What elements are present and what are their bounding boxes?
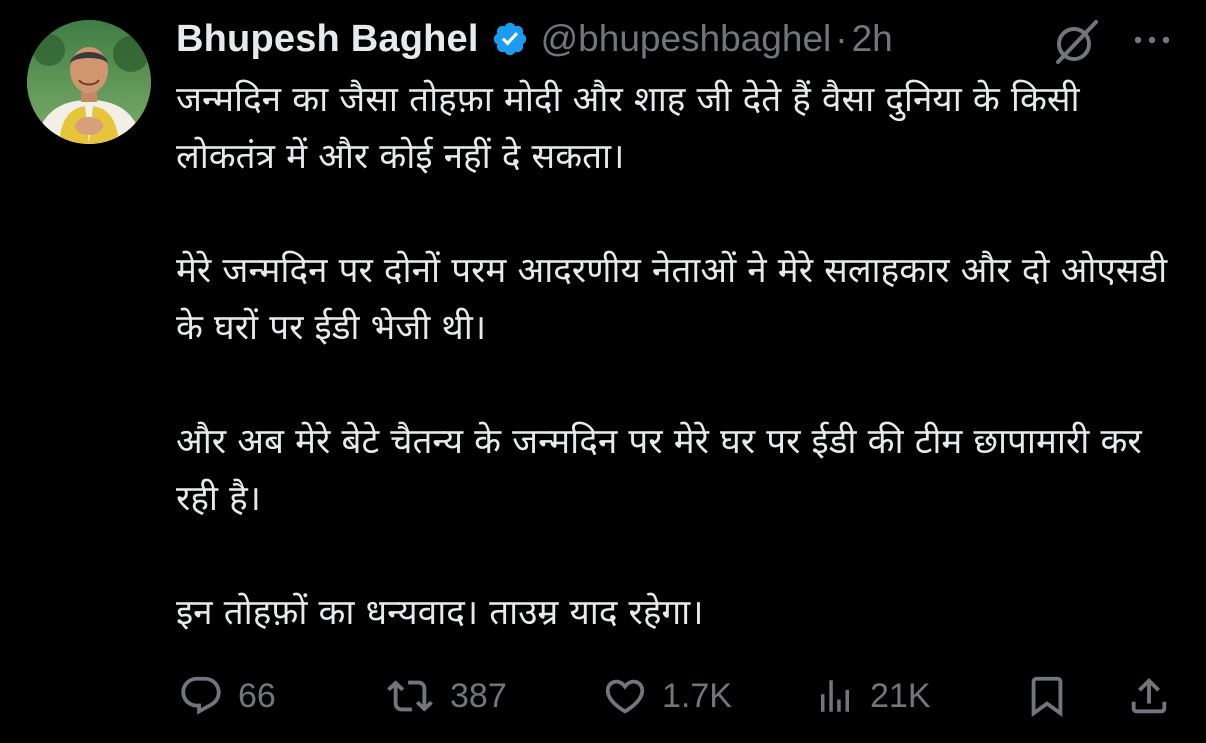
reply-icon	[178, 673, 224, 719]
timestamp[interactable]: 2h	[852, 18, 893, 60]
views-button[interactable]: 21K	[814, 668, 931, 724]
tweet-paragraph: इन तोहफ़ों का धन्यवाद। ताउम्र याद रहेगा।	[176, 593, 704, 633]
tweet-header: Bhupesh Baghel @bhupeshbaghel · 2h	[176, 14, 893, 64]
tweet-text: जन्मदिन का जैसा तोहफ़ा मोदी और शाह जी दे…	[176, 72, 1186, 642]
verified-badge-icon	[491, 20, 529, 58]
tweet-paragraph: जन्मदिन का जैसा तोहफ़ा मोदी और शाह जी दे…	[176, 80, 1080, 177]
bookmark-icon	[1024, 673, 1070, 719]
like-count: 1.7K	[662, 676, 732, 715]
separator-dot: ·	[835, 18, 848, 59]
views-icon	[814, 675, 856, 717]
repost-count: 387	[450, 676, 507, 715]
display-name[interactable]: Bhupesh Baghel	[176, 18, 479, 61]
tweet-paragraph: और अब मेरे बेटे चैतन्य के जन्मदिन पर मेर…	[176, 422, 1142, 519]
more-icon[interactable]	[1128, 28, 1176, 52]
views-count: 21K	[870, 676, 931, 715]
heart-icon	[602, 673, 648, 719]
reply-button[interactable]: 66	[178, 668, 276, 724]
share-button[interactable]	[1126, 668, 1172, 724]
reply-count: 66	[238, 676, 276, 715]
grok-icon[interactable]	[1050, 18, 1102, 66]
user-handle[interactable]: @bhupeshbaghel	[541, 18, 832, 60]
like-button[interactable]: 1.7K	[602, 668, 732, 724]
repost-button[interactable]: 387	[384, 668, 507, 724]
share-icon	[1126, 673, 1172, 719]
action-bar: 66 387 1.7K 21K	[176, 668, 1176, 724]
tweet-paragraph: मेरे जन्मदिन पर दोनों परम आदरणीय नेताओं …	[176, 251, 1168, 348]
bookmark-button[interactable]	[1024, 668, 1070, 724]
avatar[interactable]	[27, 20, 151, 144]
repost-icon	[384, 673, 436, 719]
